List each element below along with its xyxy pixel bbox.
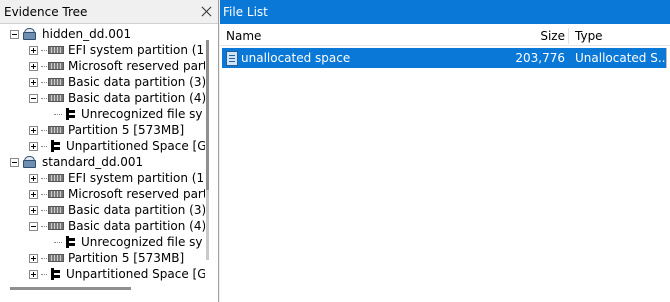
tree-node-label: Microsoft reserved partit	[68, 59, 205, 73]
expand-icon[interactable]	[29, 189, 38, 199]
collapse-icon[interactable]	[10, 157, 19, 167]
partition-icon	[48, 222, 64, 230]
partition-icon	[48, 190, 64, 198]
tree-node-label: Unpartitioned Space [GF	[66, 139, 205, 153]
file-size: 203,776	[515, 51, 565, 65]
collapse-icon[interactable]	[10, 29, 19, 39]
disk-image-icon	[22, 27, 38, 41]
expand-icon[interactable]	[29, 269, 38, 279]
column-header-size[interactable]: Size	[520, 26, 565, 46]
tree-node-partition[interactable]: Basic data partition (4) [	[29, 218, 205, 234]
expand-icon[interactable]	[29, 125, 38, 135]
tree-node-image[interactable]: standard_dd.001	[10, 154, 143, 170]
tree-node-filesystem[interactable]: Unrecognized file sy	[54, 106, 203, 122]
column-header-type[interactable]: Type	[575, 26, 665, 46]
evidence-tree: hidden_dd.001 EFI system partition (1) M…	[0, 24, 205, 286]
evidence-tree-title: Evidence Tree	[4, 4, 88, 19]
collapse-icon[interactable]	[29, 93, 38, 103]
file-list-pane: File List Name Size Type unallocated spa…	[220, 0, 670, 302]
column-separator[interactable]	[568, 28, 569, 44]
file-list-header: File List	[220, 0, 670, 24]
partition-icon	[48, 254, 64, 262]
file-type: Unallocated S...	[575, 51, 670, 65]
tree-node-partition[interactable]: EFI system partition (1)	[29, 170, 205, 186]
tree-node-label: Basic data partition (4) [	[68, 219, 205, 233]
file-list-column-header: Name Size Type	[220, 26, 670, 46]
table-row[interactable]: unallocated space 203,776 Unallocated S.…	[222, 48, 670, 68]
partition-icon	[48, 62, 64, 70]
collapse-icon[interactable]	[29, 221, 38, 231]
evidence-tree-header: Evidence Tree	[0, 0, 218, 24]
expand-icon[interactable]	[29, 205, 38, 215]
column-header-name[interactable]: Name	[226, 26, 526, 46]
tree-node-partition[interactable]: Partition 5 [573MB]	[29, 122, 184, 138]
partition-icon	[48, 206, 64, 214]
close-icon[interactable]	[200, 5, 214, 19]
tree-node-partition[interactable]: Basic data partition (4) [	[29, 90, 205, 106]
evidence-tree-pane: Evidence Tree hidden_dd.001 EFI system p…	[0, 0, 219, 302]
tree-node-label: Partition 5 [573MB]	[68, 123, 185, 137]
tree-node-label: Unrecognized file sy	[81, 235, 203, 249]
disk-image-icon	[22, 155, 38, 169]
expand-icon[interactable]	[29, 77, 38, 87]
file-list-scrollbar[interactable]	[666, 48, 670, 68]
tree-horizontal-scrollbar[interactable]	[10, 287, 131, 290]
expand-icon[interactable]	[29, 45, 38, 55]
tree-node-partition[interactable]: Partition 5 [573MB]	[29, 250, 184, 266]
expand-icon[interactable]	[29, 173, 38, 183]
tree-node-label: hidden_dd.001	[42, 27, 132, 41]
tree-node-filesystem[interactable]: Unrecognized file sy	[54, 234, 203, 250]
scrollbar-thumb[interactable]	[206, 40, 209, 190]
tree-node-label: Unrecognized file sy	[81, 107, 203, 121]
partition-icon	[48, 78, 64, 86]
unpartitioned-space-icon	[48, 267, 62, 281]
tree-node-unpartitioned[interactable]: Unpartitioned Space [GF	[29, 138, 205, 154]
unpartitioned-space-icon	[48, 139, 62, 153]
tree-node-partition[interactable]: EFI system partition (1)	[29, 42, 205, 58]
partition-icon	[48, 46, 64, 54]
tree-node-partition[interactable]: Microsoft reserved partit	[29, 186, 205, 202]
expand-icon[interactable]	[29, 253, 38, 263]
tree-node-partition[interactable]: Basic data partition (3) [	[29, 74, 205, 90]
tree-node-label: Basic data partition (3) [	[68, 75, 205, 89]
file-name: unallocated space	[241, 51, 351, 65]
file-list-title: File List	[223, 5, 268, 19]
expand-icon[interactable]	[29, 61, 38, 71]
partition-icon	[48, 126, 64, 134]
expand-icon[interactable]	[29, 141, 38, 151]
tree-node-label: Microsoft reserved partit	[68, 187, 205, 201]
tree-node-label: standard_dd.001	[42, 155, 144, 169]
tree-node-label: EFI system partition (1)	[68, 171, 205, 185]
tree-vertical-scrollbar[interactable]	[206, 40, 209, 260]
tree-node-unpartitioned[interactable]: Unpartitioned Space [GF	[29, 266, 205, 282]
tree-node-label: EFI system partition (1)	[68, 43, 205, 57]
tree-node-partition[interactable]: Microsoft reserved partit	[29, 58, 205, 74]
tree-node-image[interactable]: hidden_dd.001	[10, 26, 131, 42]
tree-node-label: Unpartitioned Space [GF	[66, 267, 205, 281]
partition-icon	[48, 94, 64, 102]
tree-node-label: Partition 5 [573MB]	[68, 251, 185, 265]
tree-node-partition[interactable]: Basic data partition (3) [	[29, 202, 205, 218]
filesystem-icon	[63, 107, 77, 121]
tree-node-label: Basic data partition (4) [	[68, 91, 205, 105]
tree-node-label: Basic data partition (3) [	[68, 203, 205, 217]
filesystem-icon	[63, 235, 77, 249]
file-icon	[226, 50, 238, 66]
partition-icon	[48, 174, 64, 182]
